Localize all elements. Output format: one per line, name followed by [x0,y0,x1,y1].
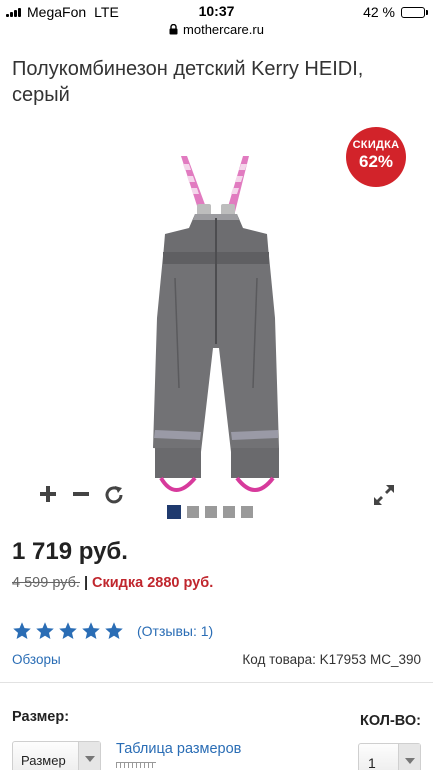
chevron-down-icon [78,742,100,770]
status-right: 42 % [363,4,428,20]
size-select-value: Размер [21,753,66,768]
reviews-link[interactable]: (Отзывы: 1) [137,623,213,639]
address-bar[interactable]: mothercare.ru [0,22,433,44]
rotate-icon[interactable] [103,483,125,505]
discount-amount: Скидка 2880 руб. [92,575,214,591]
chevron-down-icon [398,744,420,770]
discount-badge-value: 62% [358,152,394,171]
quantity-select-value: 1 [368,755,376,770]
size-table-link[interactable]: Таблица размеров [116,741,241,757]
battery-percent: 42 % [363,4,395,20]
gallery-dot-5[interactable] [241,506,253,518]
star-icon[interactable] [35,621,55,641]
reviews-nav-link[interactable]: Обзоры [12,652,61,667]
divider [0,682,433,683]
lock-icon [169,24,178,35]
price-separator: | [83,575,89,591]
price-line: 4 599 руб. | Скидка 2880 руб. [12,575,213,591]
gallery-dot-3[interactable] [205,506,217,518]
price: 1 719 руб. [12,538,128,565]
rating: (Отзывы: 1) [12,621,213,641]
product-sku: Код товара: K17953 MC_390 [242,652,421,667]
status-bar: MegaFon LTE 10:37 42 % [0,0,433,22]
ruler-icon [116,762,156,770]
gallery-dot-4[interactable] [223,506,235,518]
gallery-pagination [167,505,259,519]
gallery-dot-2[interactable] [187,506,199,518]
quantity-select[interactable]: 1 [358,743,421,770]
quantity-label: КОЛ-ВО: [360,713,421,729]
expand-icon[interactable] [372,483,396,507]
star-icon[interactable] [81,621,101,641]
url-text: mothercare.ru [183,22,264,37]
star-icon[interactable] [12,621,32,641]
old-price: 4 599 руб. [12,575,80,591]
plus-icon[interactable] [37,483,59,505]
product-title: Полукомбинезон детский Kerry HEIDI, серы… [12,58,364,106]
star-icon[interactable] [58,621,78,641]
gallery-dot-1[interactable] [167,505,181,519]
discount-badge-label: СКИДКА [352,139,400,151]
product-image[interactable] [135,148,295,504]
star-icon[interactable] [104,621,124,641]
size-select[interactable]: Размер [12,741,101,770]
size-label: Размер: [12,709,70,725]
discount-badge: СКИДКА 62% [346,127,406,187]
battery-icon [401,6,428,18]
minus-icon[interactable] [70,483,92,505]
